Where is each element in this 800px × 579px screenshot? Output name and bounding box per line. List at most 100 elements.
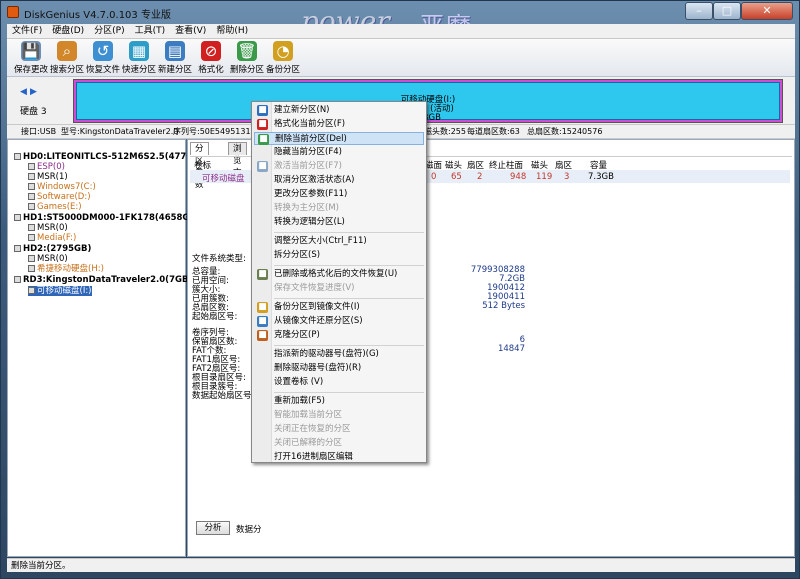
tree-partition-node[interactable]: 希捷移动硬盘(H:) — [28, 264, 104, 274]
tree-disk-node[interactable]: HD2:(2795GB) — [14, 244, 91, 254]
toolbar-button[interactable]: ⊘ 格式化 — [191, 41, 231, 75]
context-menu-item[interactable]: ■ 建立新分区(N) — [254, 104, 424, 117]
cell: 65 — [451, 172, 462, 182]
context-menu-item[interactable]: 指派新的驱动器号(盘符)(G) — [254, 348, 424, 361]
tree-disk-node[interactable]: HD1:ST5000DM000-1FK178(4658GB) — [14, 213, 200, 223]
context-menu-label: 隐藏当前分区(F4) — [274, 147, 342, 157]
menu-item[interactable]: 文件(F) — [7, 24, 47, 39]
tree-partition-node[interactable]: MSR(0) — [28, 223, 68, 233]
recover-icon: ■ — [257, 269, 268, 280]
partition-icon — [28, 193, 35, 200]
minimize-button[interactable]: – — [685, 2, 713, 20]
toolbar-label: 备份分区 — [265, 65, 300, 75]
context-menu-item[interactable]: ■ 备份分区到镜像文件(I) — [254, 301, 424, 314]
disk-tree[interactable]: HD0:LITEONITLCS-512M6S2.5(477GB) ESP(0) MS… — [7, 139, 204, 557]
tree-disk-node[interactable]: RD3:KingstonDataTraveler2.0(7GB) — [14, 275, 192, 285]
cell: 119 — [536, 172, 553, 182]
context-menu-item[interactable]: 重新加载(F5) — [254, 395, 424, 408]
menu-item[interactable]: 硬盘(D) — [47, 24, 89, 39]
clone-icon: ■ — [257, 330, 268, 341]
tree-partition-node[interactable]: Games(E:) — [28, 202, 82, 212]
toolbar-label: 新建分区 — [157, 65, 192, 75]
context-menu-label: 建立新分区(N) — [274, 105, 330, 115]
tree-node-label: HD2:(2795GB) — [23, 244, 92, 254]
context-menu-item[interactable]: 取消分区激活状态(A) — [254, 174, 424, 187]
partition-block[interactable]: 可移动硬盘(I:) FAT32 (活动) 7.3GB — [76, 82, 780, 123]
delete-icon: 🗑 — [237, 41, 257, 61]
tab-partition-params[interactable]: 分区参数 — [190, 142, 209, 190]
toolbar-label: 恢复文件 — [85, 65, 120, 75]
app-logo-icon — [7, 6, 19, 18]
tree-node-label: 希捷移动硬盘(H:) — [37, 264, 104, 274]
prev-disk-icon[interactable]: ◀ — [20, 87, 27, 97]
menu-separator — [274, 232, 424, 233]
tree-partition-node[interactable]: Media(F:) — [28, 233, 76, 243]
tree-partition-node[interactable]: 可移动磁盘(I:) — [28, 286, 92, 296]
menu-item[interactable]: 帮助(H) — [211, 24, 253, 39]
context-menu-label: 删除当前分区(Del) — [275, 134, 347, 144]
toolbar-button[interactable]: 🗑 删除分区 — [227, 41, 267, 75]
partition-map[interactable]: 可移动硬盘(I:) FAT32 (活动) 7.3GB — [73, 79, 783, 123]
maximize-button[interactable]: □ — [713, 2, 741, 20]
partition-icon — [28, 203, 35, 210]
tree-node-label: 可移动磁盘(I:) — [37, 286, 92, 296]
context-menu-label: 更改分区参数(F11) — [274, 189, 348, 199]
context-menu-label: 智能加载当前分区 — [274, 410, 343, 420]
tree-partition-node[interactable]: MSR(0) — [28, 254, 68, 264]
menu-item[interactable]: 工具(T) — [130, 24, 171, 39]
menu-bar: 文件(F) 硬盘(D) 分区(P) 工具(T) 查看(V) 帮助(H) — [7, 24, 795, 39]
menu-separator — [274, 265, 424, 266]
toolbar-label: 快速分区 — [121, 65, 156, 75]
context-menu-item[interactable]: ■ 已删除或格式化后的文件恢复(U) — [254, 268, 424, 281]
context-menu-item[interactable]: ■ 从镜像文件还原分区(S) — [254, 315, 424, 328]
toolbar-button[interactable]: ◔ 备份分区 — [263, 41, 303, 75]
tree-node-label: Games(E:) — [37, 202, 82, 212]
context-menu-item[interactable]: 打开16进制扇区编辑 — [254, 451, 424, 464]
menu-item[interactable]: 分区(P) — [89, 24, 129, 39]
context-menu-label: 从镜像文件还原分区(S) — [274, 316, 363, 326]
tab-browse-files[interactable]: 浏览文 — [228, 142, 247, 178]
context-menu-item[interactable]: 转换为逻辑分区(L) — [254, 216, 424, 229]
data-distribution-label: 数据分 — [236, 525, 262, 535]
toolbar-label: 搜索分区 — [49, 65, 84, 75]
tree-partition-node[interactable]: Software(D:) — [28, 192, 91, 202]
context-menu-label: 格式化当前分区(F) — [274, 119, 346, 129]
tree-node-label: HD0:LITEONITLCS-512M6S2.5(477GB) — [23, 152, 204, 162]
tree-node-label: MSR(0) — [37, 223, 68, 233]
toolbar-button[interactable]: 💾 保存更改 — [11, 41, 51, 75]
quick-partition-icon: ▦ — [129, 41, 149, 61]
tree-partition-node[interactable]: MSR(1) — [28, 172, 68, 182]
context-menu-item[interactable]: 拆分分区(S) — [254, 249, 424, 262]
context-menu-item[interactable]: 调整分区大小(Ctrl_F11) — [254, 235, 424, 248]
context-menu-item[interactable]: 删除驱动器号(盘符)(R) — [254, 362, 424, 375]
toolbar-button[interactable]: ▦ 快速分区 — [119, 41, 159, 75]
toolbar-label: 格式化 — [198, 65, 224, 75]
tree-partition-node[interactable]: ESP(0) — [28, 162, 65, 172]
context-menu-item[interactable]: ■ 删除当前分区(Del) — [254, 132, 424, 145]
context-menu-item[interactable]: 更改分区参数(F11) — [254, 188, 424, 201]
info-interface: 接口:USB — [21, 127, 57, 136]
tree-partition-node[interactable]: Windows7(C:) — [28, 182, 96, 192]
disk-icon — [14, 276, 21, 283]
cell: 2 — [477, 172, 483, 182]
cell: 0 — [431, 172, 437, 182]
disk-label: 硬盘 3 — [20, 107, 47, 117]
tree-disk-node[interactable]: HD0:LITEONITLCS-512M6S2.5(477GB) — [14, 152, 204, 162]
toolbar-label: 删除分区 — [229, 65, 264, 75]
context-menu-item[interactable]: ■ 格式化当前分区(F) — [254, 118, 424, 131]
analyze-button[interactable]: 分析 — [196, 521, 230, 535]
close-button[interactable]: ✕ — [741, 2, 793, 20]
next-disk-icon[interactable]: ▶ — [30, 87, 37, 97]
fs-type-label: 文件系统类型: — [192, 254, 246, 264]
menu-item[interactable]: 查看(V) — [170, 24, 211, 39]
context-menu-item[interactable]: 隐藏当前分区(F4) — [254, 146, 424, 159]
detail-value: 14847 — [497, 344, 525, 354]
partition-icon — [28, 234, 35, 241]
toolbar-button[interactable]: ⌕ 搜索分区 — [47, 41, 87, 75]
tree-node-label: MSR(1) — [37, 172, 68, 182]
context-menu-item[interactable]: ■ 克隆分区(P) — [254, 329, 424, 342]
context-menu-item[interactable]: 设置卷标 (V) — [254, 376, 424, 389]
toolbar-button[interactable]: ↺ 恢复文件 — [83, 41, 123, 75]
toolbar-button[interactable]: ▤ 新建分区 — [155, 41, 195, 75]
status-bar: 删除当前分区。 — [7, 558, 795, 572]
